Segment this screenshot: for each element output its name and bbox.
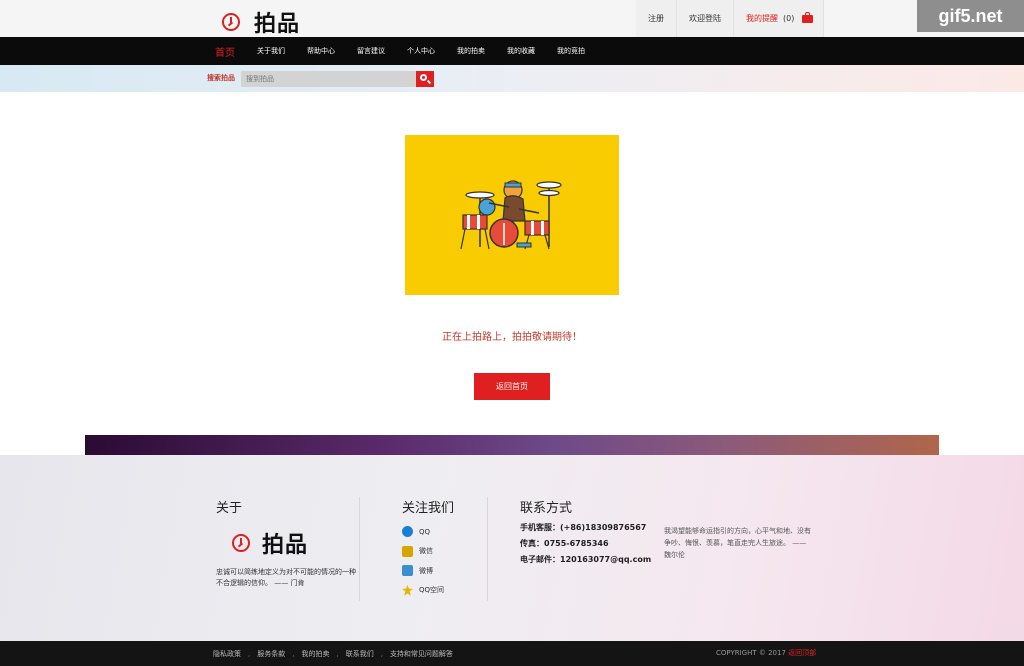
contact-fax: 传真：0755-6785346 [520,539,609,548]
bottom-link-faq[interactable]: 支持和常见问题解答 [390,649,453,659]
footer-about-title: 关于 [216,501,243,516]
footer-divider [359,497,360,601]
footer-about-text: 忠诚可以简练地定义为对不可能的情况的一种不合逻辑的信仰。 —— 门肯 [216,568,356,587]
bottom-link-separator: , [380,649,383,658]
footer-follow-title: 关注我们 [402,501,455,516]
bottom-links: 隐私政策 , 服务条款 , 我的拍卖 , 联系我们 , 支持和常见问题解答 [213,641,453,666]
drummer-illustration [405,135,619,295]
wechat-icon [402,545,413,557]
clock-logo-icon [232,534,250,552]
follow-item-qzone[interactable]: QQ空间 [402,581,444,601]
bottom-link-contact[interactable]: 联系我们 [346,649,374,659]
footer: 关于 拍品 忠诚可以简练地定义为对不可能的情况的一种不合逻辑的信仰。 —— 门肯… [0,455,1024,641]
search-label: 搜索拍品 [207,74,235,82]
shopping-bag-icon [802,11,814,23]
back-home-button[interactable]: 返回首页 [474,373,550,400]
footer-contact-list: 手机客服：(+86)18309876567 传真：0755-6785346 电子… [520,522,651,570]
nav-items: 首页 关于我们 帮助中心 留言建议 个人中心 我的拍卖 我的收藏 我的竞拍 [215,37,607,65]
follow-item-weibo[interactable]: 微博 [402,561,444,581]
nav-item-profile[interactable]: 个人中心 [407,46,435,56]
nav-item-my-auctions[interactable]: 我的拍卖 [457,46,485,56]
brand-name: 拍品 [254,12,301,37]
search-button[interactable] [416,71,434,87]
follow-label: 微信 [419,547,433,556]
qzone-icon [402,584,413,596]
footer-follow-list: QQ 微信 微博 QQ空间 [402,522,444,600]
clock-logo-icon [222,13,240,31]
search-input[interactable] [241,71,417,87]
footer-quote: 我渴望能够命运指引的方向，心平气和地、没有争吵、悔恨、羡慕，笔直走完人生旅途。 … [664,527,811,559]
bottom-link-my-auctions[interactable]: 我的拍卖 [301,649,329,659]
bottom-link-privacy[interactable]: 隐私政策 [213,649,241,659]
footer-brand-name: 拍品 [262,533,309,558]
qq-icon [402,526,413,538]
follow-item-wechat[interactable]: 微信 [402,542,444,562]
copyright-text: COPYRIGHT © 2017 [716,649,789,657]
top-bar: 拍品 注册 欢迎登陆 我的提醒 (0) [0,0,1024,37]
drummer-icon [460,180,562,250]
copyright: COPYRIGHT © 2017 返回顶部 [716,641,816,666]
weibo-icon [402,565,413,577]
follow-label: 微博 [419,566,433,575]
reminder-link[interactable]: 我的提醒 (0) [734,0,825,37]
bottom-link-terms[interactable]: 服务条款 [257,649,285,659]
decorative-band [85,435,939,455]
login-link[interactable]: 欢迎登陆 [677,0,734,37]
nav-item-home[interactable]: 首页 [215,44,235,59]
back-to-top-link[interactable]: 返回顶部 [788,649,816,657]
bottom-link-separator: , [248,649,251,658]
follow-label: QQ空间 [419,586,445,595]
footer-logo[interactable]: 拍品 [232,527,308,559]
reminder-count: (0) [783,14,795,23]
site-logo[interactable]: 拍品 [222,6,300,38]
contact-phone: 手机客服：(+86)18309876567 [520,523,647,532]
footer-divider [487,497,488,601]
bottom-link-separator: , [336,649,339,658]
contact-email[interactable]: 电子邮件：120163077@qq.com [520,554,651,570]
search-icon-handle [426,79,432,85]
watermark-badge: gif5.net [917,0,1024,32]
search-icon [420,74,427,81]
nav-item-about[interactable]: 关于我们 [257,46,285,56]
top-links: 注册 欢迎登陆 我的提醒 (0) [636,0,825,37]
follow-item-qq[interactable]: QQ [402,522,444,542]
status-message: 正在上拍路上，拍拍敬请期待！ [442,332,582,343]
nav-item-help[interactable]: 帮助中心 [307,46,335,56]
follow-label: QQ [419,527,431,536]
reminder-label: 我的提醒 [746,14,778,23]
footer-contact-title: 联系方式 [520,501,573,516]
bottom-link-separator: , [292,649,295,658]
nav-item-favorites[interactable]: 我的收藏 [507,46,535,56]
search-bar: 搜索拍品 [0,65,1024,92]
register-link[interactable]: 注册 [636,0,677,37]
bottom-bar: 隐私政策 , 服务条款 , 我的拍卖 , 联系我们 , 支持和常见问题解答 CO… [0,641,1024,666]
main-nav: 首页 关于我们 帮助中心 留言建议 个人中心 我的拍卖 我的收藏 我的竞拍 [0,37,1024,65]
nav-item-feedback[interactable]: 留言建议 [357,46,385,56]
nav-item-bids[interactable]: 我的竞拍 [557,46,585,56]
